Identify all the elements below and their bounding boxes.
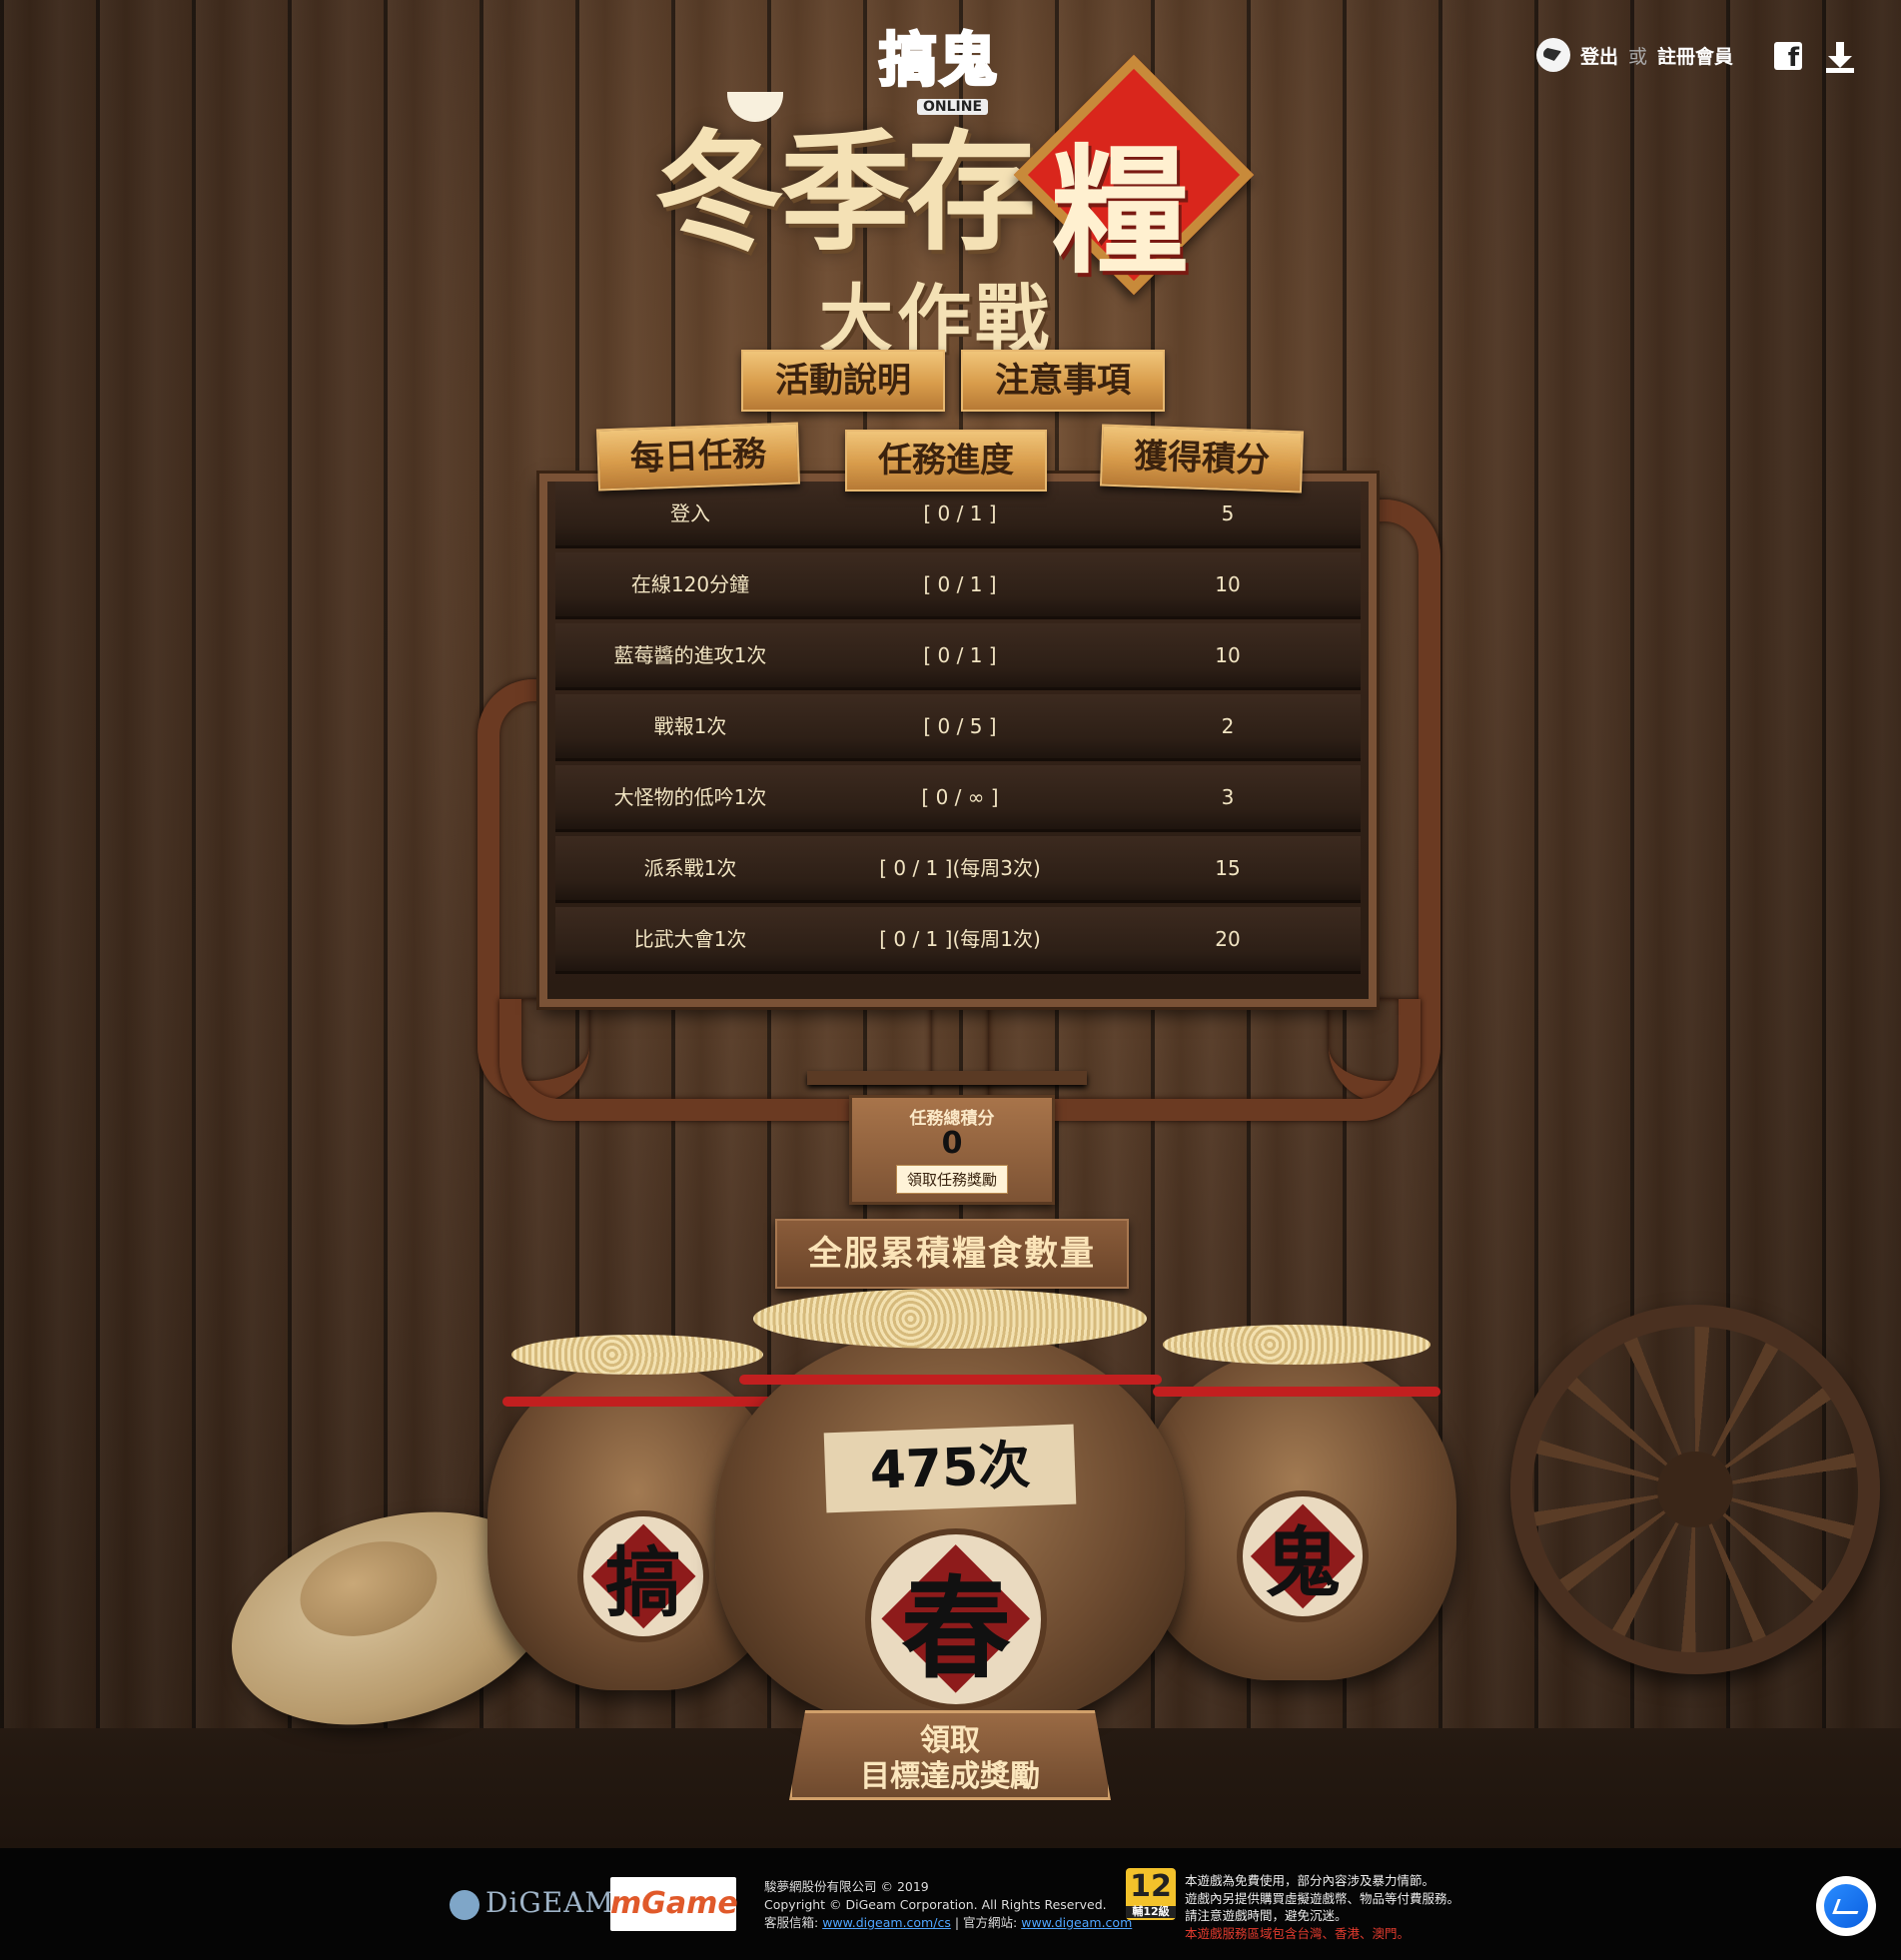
task-name: 戰報1次 — [653, 714, 727, 738]
header-points: 獲得積分 — [1099, 424, 1305, 493]
jar-center-char: 春 — [901, 1564, 1011, 1693]
facebook-icon[interactable]: f — [1774, 42, 1802, 73]
server-total-label: 全服累積糧食數量 — [775, 1219, 1129, 1289]
task-name: 登入 — [670, 501, 710, 525]
task-points: 20 — [1215, 927, 1241, 951]
reward-line-2: 目標達成獎勵 — [860, 1759, 1040, 1794]
download-icon[interactable] — [1824, 40, 1856, 74]
account-links: 登出 或 註冊會員 — [1536, 38, 1733, 72]
task-name: 比武大會1次 — [633, 927, 747, 951]
task-name: 派系戰1次 — [643, 856, 737, 880]
task-points: 15 — [1215, 856, 1241, 880]
server-count-value: 475次 — [823, 1424, 1077, 1513]
digeam-logo-text: DiGEAM — [485, 1886, 615, 1919]
red-rope — [738, 1375, 1162, 1385]
event-description-button[interactable]: 活動說明 — [741, 350, 945, 412]
total-points-box: 任務總積分 0 領取任務獎勵 — [849, 1095, 1055, 1205]
logo-game-name: 搞鬼 — [877, 25, 1000, 96]
cart-wheel — [1510, 1305, 1880, 1674]
header-task-progress: 任務進度 — [845, 430, 1047, 491]
register-link[interactable]: 註冊會員 — [1657, 42, 1733, 69]
or-separator: 或 — [1628, 45, 1648, 68]
claim-task-reward-button[interactable]: 領取任務獎勵 — [895, 1165, 1008, 1194]
mgame-logo[interactable]: mGame — [610, 1877, 738, 1931]
jar-left-char: 搞 — [605, 1538, 681, 1627]
notice-line: 遊戲內另提供購買虛擬遊戲幣、物品等付費服務。 — [1185, 1890, 1460, 1906]
notice-line-region: 本遊戲服務區域包含台灣、香港、澳門。 — [1185, 1925, 1411, 1941]
task-points: 10 — [1215, 572, 1241, 596]
total-points-value: 0 — [941, 1126, 963, 1161]
age-rating-badge: 12 輔12級 — [1126, 1868, 1176, 1920]
rice-jar-right: 鬼 — [1137, 1325, 1456, 1680]
jar-seal-right: 鬼 — [1237, 1490, 1369, 1622]
task-progress: [ 0 / 1 ] — [923, 572, 997, 596]
task-points: 5 — [1221, 501, 1235, 525]
jar-seal-center: 春 — [865, 1528, 1047, 1710]
table-row: 藍莓醬的進攻1次 [ 0 / 1 ] 10 — [555, 623, 1361, 690]
company-name: 駿夢網股份有限公司 © 2019 — [764, 1879, 929, 1894]
messenger-bubble — [1824, 1884, 1868, 1928]
rice-pile — [511, 1335, 763, 1375]
event-title: 冬季存 — [654, 116, 1036, 269]
copyright-block: 駿夢網股份有限公司 © 2019 Copyright © DiGeam Corp… — [764, 1878, 1132, 1932]
task-name: 大怪物的低吟1次 — [613, 785, 767, 809]
rice-jar-center: 475次 春 — [715, 1289, 1185, 1728]
logout-link[interactable]: 登出 — [1580, 42, 1618, 69]
digeam-logo[interactable]: DiGEAM — [450, 1886, 614, 1920]
cs-label: 客服信箱: — [764, 1915, 819, 1930]
table-row: 大怪物的低吟1次 [ 0 / ∞ ] 3 — [555, 765, 1361, 832]
copyright-text: Copyright © DiGeam Corporation. All Righ… — [764, 1897, 1107, 1912]
notes-button[interactable]: 注意事項 — [961, 350, 1165, 412]
table-row: 比武大會1次 [ 0 / 1 ](每周1次) 20 — [555, 907, 1361, 974]
official-link[interactable]: www.digeam.com — [1021, 1915, 1132, 1930]
task-progress: [ 0 / 1 ] — [923, 643, 997, 667]
rice-pile — [1162, 1325, 1431, 1365]
messenger-icon[interactable] — [1816, 1876, 1876, 1936]
red-rope — [1153, 1387, 1440, 1397]
task-points: 3 — [1221, 785, 1235, 809]
red-rope — [502, 1397, 772, 1407]
task-name: 藍莓醬的進攻1次 — [613, 643, 767, 667]
jar-right-char: 鬼 — [1265, 1518, 1341, 1607]
jar-seal-left: 搞 — [577, 1510, 709, 1642]
task-progress: [ 0 / 5 ] — [923, 714, 997, 738]
digeam-bird-icon — [450, 1889, 479, 1920]
table-row: 登入 [ 0 / 1 ] 5 — [555, 482, 1361, 548]
task-name: 在線120分鐘 — [630, 572, 750, 596]
table-row: 在線120分鐘 [ 0 / 1 ] 10 — [555, 552, 1361, 619]
task-progress: [ 0 / 1 ](每周1次) — [879, 927, 1041, 951]
event-title-highlight: 糧 — [1051, 130, 1190, 293]
total-shelf — [807, 1071, 1087, 1085]
reward-line-1: 領取 — [920, 1723, 980, 1758]
table-row: 戰報1次 [ 0 / 5 ] 2 — [555, 694, 1361, 761]
claim-goal-reward-button[interactable]: 領取 目標達成獎勵 — [789, 1710, 1111, 1800]
cs-link[interactable]: www.digeam.com/cs — [822, 1915, 951, 1930]
table-row: 派系戰1次 [ 0 / 1 ](每周3次) 15 — [555, 836, 1361, 903]
game-notice: 本遊戲為免費使用，部分內容涉及暴力情節。 遊戲內另提供購買虛擬遊戲幣、物品等付費… — [1185, 1872, 1459, 1942]
rating-number: 12 — [1130, 1869, 1172, 1904]
task-progress: [ 0 / ∞ ] — [921, 785, 999, 809]
task-points: 10 — [1215, 643, 1241, 667]
daily-task-board: 登入 [ 0 / 1 ] 5 在線120分鐘 [ 0 / 1 ] 10 藍莓醬的… — [539, 474, 1377, 1007]
rice-pile — [752, 1289, 1148, 1349]
notice-line: 請注意遊戲時間，避免沉迷。 — [1185, 1908, 1348, 1923]
official-label: 官方網站: — [963, 1915, 1018, 1930]
digeam-globe-icon — [1536, 38, 1570, 72]
header-daily-task: 每日任務 — [595, 422, 801, 491]
notice-line: 本遊戲為免費使用，部分內容涉及暴力情節。 — [1185, 1873, 1435, 1888]
task-points: 2 — [1221, 714, 1235, 738]
task-progress: [ 0 / 1 ](每周3次) — [879, 856, 1041, 880]
rating-label: 輔12級 — [1126, 1906, 1176, 1918]
contact-line: 客服信箱: www.digeam.com/cs | 官方網站: www.dige… — [764, 1915, 1133, 1930]
